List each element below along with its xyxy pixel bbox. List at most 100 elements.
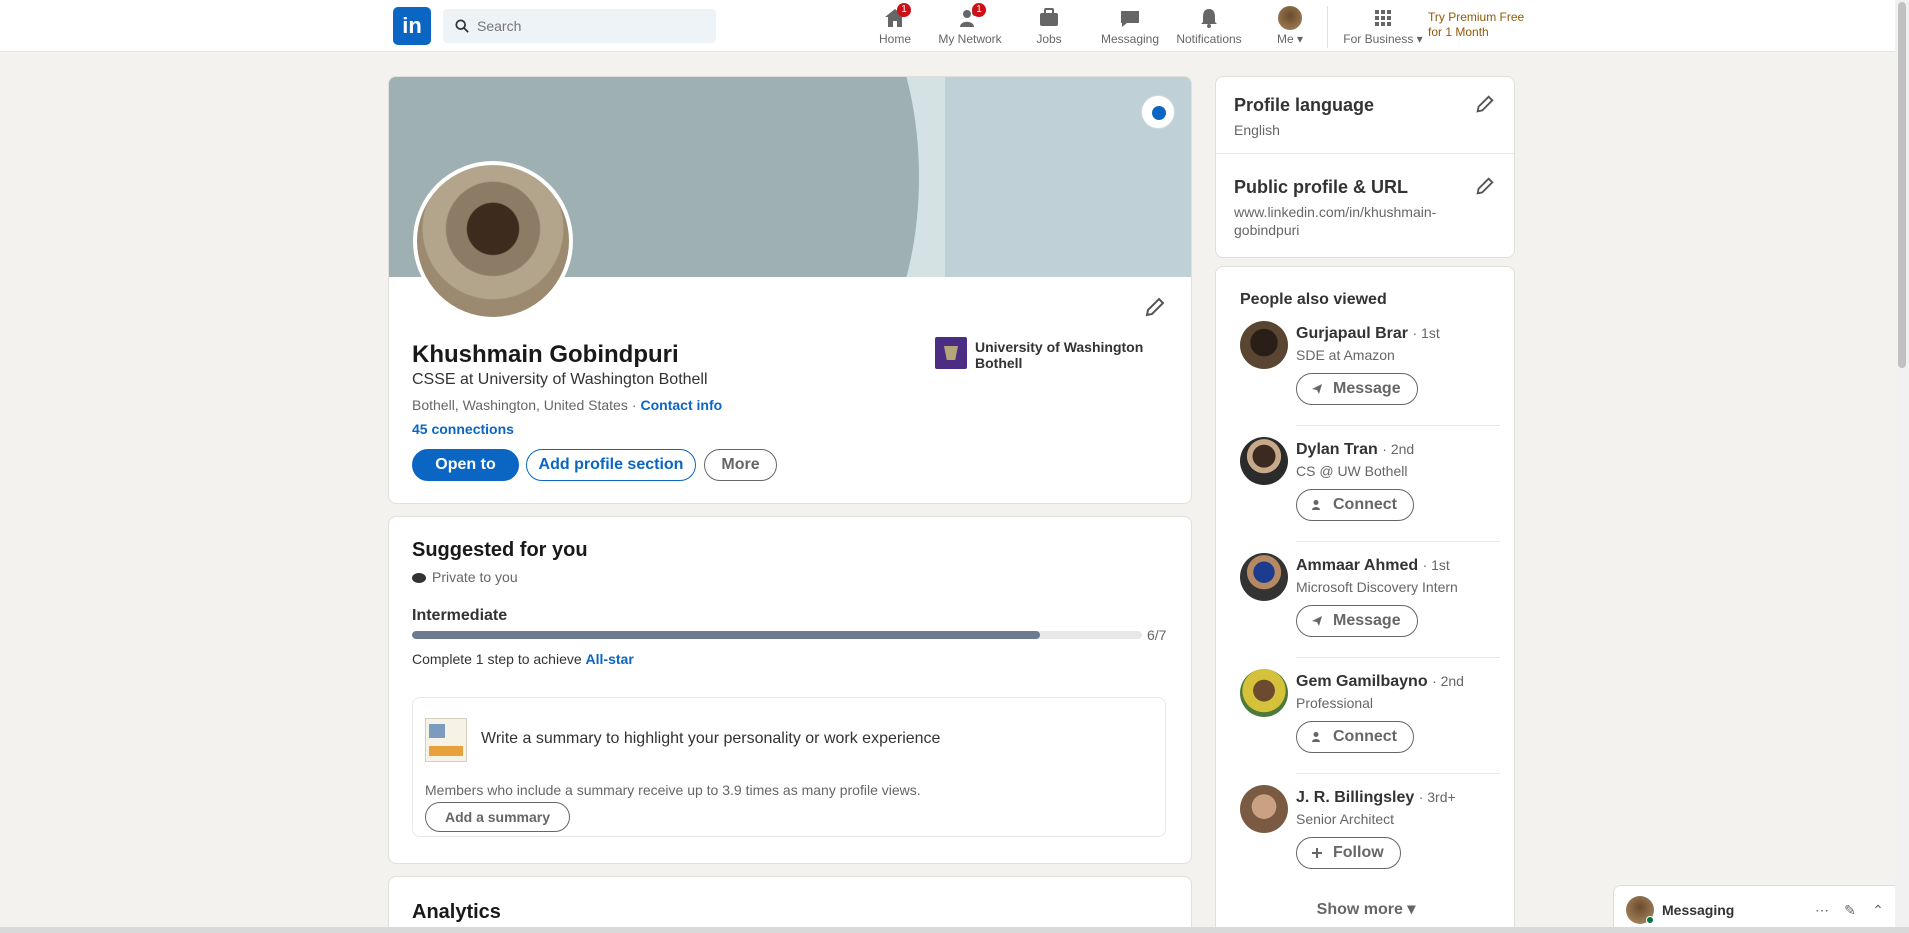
more-button[interactable]: More: [704, 449, 777, 481]
profile-name: Khushmain Gobindpuri: [412, 341, 679, 368]
nav-home-label: Home: [878, 32, 911, 46]
messaging-dock[interactable]: Messaging ⋯ ✎ ⌃: [1613, 885, 1901, 933]
location-separator: ·: [631, 397, 637, 413]
person-headline: Microsoft Discovery Intern: [1296, 579, 1458, 595]
search-icon: [455, 19, 469, 33]
more-options-icon[interactable]: ⋯: [1812, 900, 1832, 920]
nav-jobs[interactable]: Jobs: [1009, 6, 1089, 48]
compose-icon[interactable]: ✎: [1840, 900, 1860, 920]
connection-degree: · 2nd: [1382, 441, 1415, 457]
public-profile-url: www.linkedin.com/in/khushmain-gobindpuri: [1234, 204, 1437, 238]
chevron-up-icon[interactable]: ⌃: [1868, 900, 1888, 920]
edit-cover-button[interactable]: [1141, 95, 1175, 129]
person-name[interactable]: J. R. Billingsley · 3rd+: [1296, 789, 1456, 807]
nav-me[interactable]: Me ▾: [1250, 6, 1330, 48]
suggested-title: Suggested for you: [412, 539, 588, 561]
pencil-icon[interactable]: [1143, 295, 1167, 319]
profile-strength-count: 6/7: [1147, 627, 1167, 643]
analytics-title: Analytics: [412, 901, 501, 923]
settings-divider: [1216, 153, 1514, 154]
person-name[interactable]: Gurjapaul Brar · 1st: [1296, 325, 1440, 343]
people-also-viewed-title: People also viewed: [1240, 291, 1387, 308]
avatar[interactable]: [1240, 785, 1288, 833]
home-notification-badge: 1: [897, 3, 911, 17]
follow-button[interactable]: Follow: [1296, 837, 1401, 869]
all-star-link[interactable]: All-star: [586, 651, 634, 667]
public-profile-title: Public profile & URL: [1234, 177, 1409, 197]
open-to-button[interactable]: Open to: [412, 449, 519, 481]
complete-step-label: Complete 1 step to achieve: [412, 651, 582, 667]
search-input[interactable]: [477, 9, 707, 43]
person-name[interactable]: Gem Gamilbayno · 2nd: [1296, 673, 1464, 691]
school-logo: [935, 337, 967, 369]
network-notification-badge: 1: [972, 3, 986, 17]
profile-photo[interactable]: [413, 161, 573, 321]
grid-icon: [1371, 6, 1395, 30]
show-more-button[interactable]: Show more ▾: [1216, 899, 1514, 919]
plus-icon: [1312, 848, 1322, 858]
linkedin-logo[interactable]: in: [393, 7, 431, 45]
nav-my-network[interactable]: 1 My Network: [930, 3, 1010, 48]
people-also-viewed-card: People also viewed Gurjapaul Brar · 1st …: [1215, 266, 1515, 933]
me-avatar: [1278, 6, 1302, 30]
suggested-subtitle: Private to you: [412, 569, 518, 585]
person-headline: Professional: [1296, 695, 1374, 711]
avatar[interactable]: [1240, 553, 1288, 601]
nav-messaging[interactable]: Messaging: [1090, 6, 1170, 48]
eye-icon: [412, 573, 426, 583]
add-summary-button[interactable]: Add a summary: [425, 802, 570, 832]
profile-language-value: English: [1234, 122, 1280, 138]
person-name[interactable]: Dylan Tran · 2nd: [1296, 441, 1414, 459]
nav-home[interactable]: 1 Home: [855, 3, 935, 48]
list-item[interactable]: Dylan Tran · 2nd CS @ UW Bothell Connect: [1240, 437, 1500, 547]
bell-icon: [1197, 6, 1221, 30]
list-item[interactable]: Ammaar Ahmed · 1st Microsoft Discovery I…: [1240, 553, 1500, 663]
online-status-dot: [1646, 916, 1654, 924]
home-icon: 1: [883, 3, 911, 30]
add-person-icon: [1312, 732, 1320, 742]
profile-headline: CSSE at University of Washington Bothell: [412, 371, 708, 388]
profile-location: Bothell, Washington, United States: [412, 397, 628, 413]
nav-me-label: Me ▾: [1276, 32, 1304, 46]
contact-info-link[interactable]: Contact info: [641, 397, 723, 413]
list-item[interactable]: Gurjapaul Brar · 1st SDE at Amazon Messa…: [1240, 321, 1500, 431]
edit-url-pencil-icon[interactable]: [1474, 175, 1496, 197]
scrollbar-thumb[interactable]: [1898, 2, 1906, 368]
try-premium-link[interactable]: Try Premium Free for 1 Month: [1428, 10, 1538, 40]
message-button[interactable]: Message: [1296, 605, 1418, 637]
person-name[interactable]: Ammaar Ahmed · 1st: [1296, 557, 1450, 575]
connect-button[interactable]: Connect: [1296, 721, 1414, 753]
edit-language-pencil-icon[interactable]: [1474, 93, 1496, 115]
summary-suggestion-desc: Members who include a summary receive up…: [425, 782, 921, 798]
nav-notifications-label: Notifications: [1176, 32, 1242, 46]
nav-for-business[interactable]: For Business ▾: [1341, 6, 1425, 48]
list-item[interactable]: Gem Gamilbayno · 2nd Professional Connec…: [1240, 669, 1500, 779]
person-headline: CS @ UW Bothell: [1296, 463, 1408, 479]
connections-link[interactable]: 45 connections: [412, 421, 514, 437]
avatar[interactable]: [1240, 321, 1288, 369]
nav-notifications[interactable]: Notifications: [1169, 6, 1249, 48]
profile-strength-fill: [412, 631, 1040, 639]
send-icon: [1312, 384, 1322, 394]
private-label: Private to you: [432, 569, 518, 585]
search-box[interactable]: [443, 9, 716, 43]
suggested-card: Suggested for you Private to you Interme…: [388, 516, 1192, 864]
message-button[interactable]: Message: [1296, 373, 1418, 405]
connection-degree: · 1st: [1422, 557, 1450, 573]
premium-line-2: for 1 Month: [1428, 25, 1489, 39]
list-item[interactable]: J. R. Billingsley · 3rd+ Senior Architec…: [1240, 785, 1500, 895]
nav-divider: [1327, 6, 1328, 48]
person-headline: SDE at Amazon: [1296, 347, 1395, 363]
connect-button[interactable]: Connect: [1296, 489, 1414, 521]
avatar[interactable]: [1240, 437, 1288, 485]
messaging-label: Messaging: [1662, 902, 1735, 918]
location-row: Bothell, Washington, United States · Conta…: [412, 397, 722, 413]
premium-line-1: Try Premium Free: [1428, 10, 1525, 24]
summary-suggestion-title: Write a summary to highlight your person…: [481, 730, 941, 747]
page-scrollbar[interactable]: [1895, 0, 1909, 933]
nav-for-business-label: For Business ▾: [1343, 32, 1423, 46]
summary-suggestion: Write a summary to highlight your person…: [412, 697, 1166, 837]
avatar[interactable]: [1240, 669, 1288, 717]
add-profile-section-button[interactable]: Add profile section: [526, 449, 696, 481]
top-navigation: in 1 Home 1 My Network Jobs Messaging: [0, 0, 1909, 52]
